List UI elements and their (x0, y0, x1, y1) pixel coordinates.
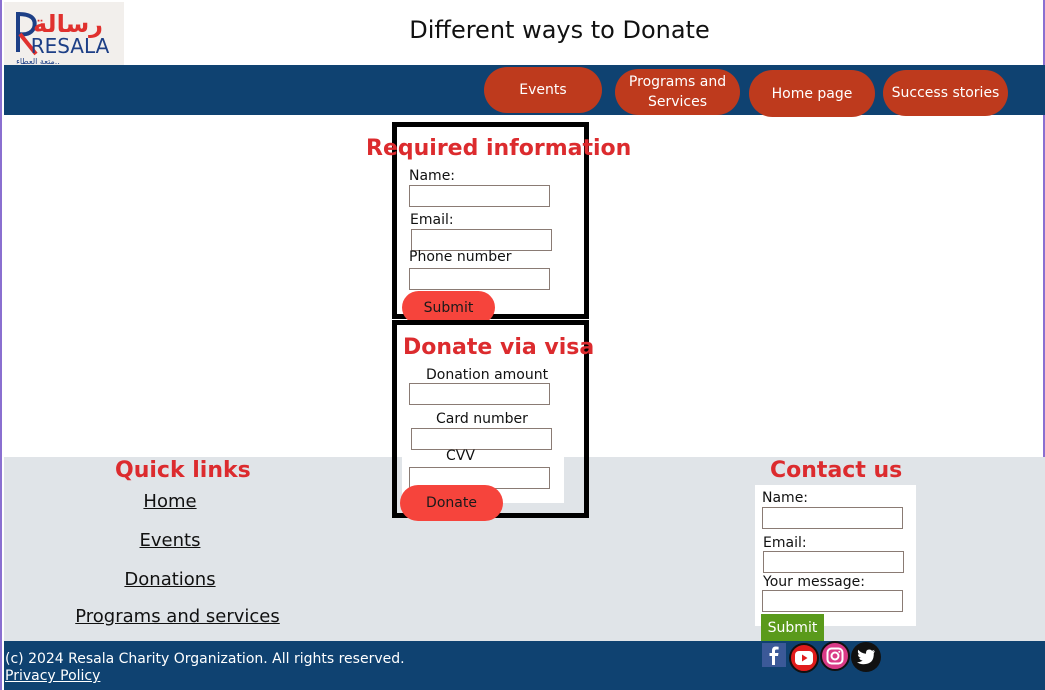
contact-message-label: Your message: (763, 574, 865, 590)
email-label: Email: (410, 212, 454, 228)
donate-label: Donate (426, 495, 477, 511)
card-number-input[interactable] (411, 428, 552, 450)
nav-programs-label-line1: Programs and (628, 74, 727, 90)
nav-programs-label-line2: Services (647, 94, 708, 110)
name-input[interactable] (409, 185, 550, 207)
contact-heading: Contact us (770, 458, 903, 483)
quick-link-programs[interactable]: Programs and services (62, 606, 293, 627)
instagram-icon[interactable] (820, 641, 850, 671)
contact-email-input[interactable] (763, 551, 904, 573)
nav-events-button[interactable]: Events (484, 67, 602, 113)
twitter-icon[interactable] (851, 642, 881, 672)
phone-label: Phone number (409, 249, 512, 265)
nav-success-button[interactable]: Success stories (883, 70, 1008, 116)
donation-amount-label: Donation amount (426, 367, 549, 383)
nav-programs-button[interactable]: Programs and Services (615, 69, 740, 115)
youtube-icon[interactable] (789, 643, 819, 673)
name-label: Name: (409, 168, 456, 184)
privacy-policy-link[interactable]: Privacy Policy (5, 668, 100, 684)
donate-button[interactable]: Donate (400, 485, 503, 521)
phone-input[interactable] (409, 268, 550, 290)
donation-amount-input[interactable] (409, 383, 550, 405)
quick-links-heading: Quick links (115, 458, 251, 483)
copyright-text: (c) 2024 Resala Charity Organization. Al… (5, 651, 405, 667)
contact-name-input[interactable] (762, 507, 903, 529)
email-input[interactable] (411, 229, 552, 251)
contact-submit-label: Submit (767, 620, 818, 636)
nav-home-label: Home page (771, 85, 853, 102)
nav-events-label: Events (519, 82, 567, 98)
contact-message-input[interactable] (762, 590, 903, 612)
card-number-label: Card number (436, 411, 528, 427)
required-submit-label: Submit (423, 299, 474, 316)
contact-name-label: Name: (762, 490, 809, 506)
facebook-icon[interactable] (762, 643, 786, 667)
visa-heading: Donate via visa (403, 335, 595, 360)
cvv-label: CVV (446, 448, 475, 464)
page-title: Different ways to Donate (409, 16, 710, 44)
quick-link-home[interactable]: Home (70, 491, 270, 512)
nav-success-label: Success stories (891, 85, 1000, 101)
contact-email-label: Email: (763, 535, 807, 551)
required-info-heading: Required information (366, 136, 632, 161)
quick-link-donations[interactable]: Donations (70, 569, 270, 590)
contact-submit-button[interactable]: Submit (761, 614, 824, 642)
nav-home-button[interactable]: Home page (749, 70, 875, 117)
quick-link-events[interactable]: Events (70, 530, 270, 551)
